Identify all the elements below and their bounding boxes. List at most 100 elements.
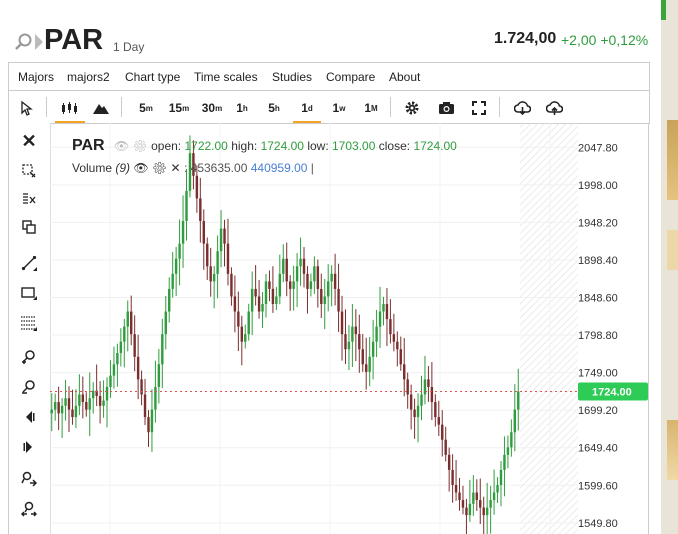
y-tick-label: 1848.60 — [578, 293, 618, 305]
scroll-right-icon[interactable] — [19, 437, 39, 457]
candle-body — [437, 417, 440, 425]
timeframe-1w[interactable]: 1w — [330, 97, 348, 119]
trendline-icon[interactable] — [19, 253, 39, 273]
timeframe-1h[interactable]: 1h — [233, 97, 251, 119]
candle-body — [105, 386, 109, 401]
candle-body — [337, 288, 340, 312]
y-tick-label: 1749.00 — [578, 368, 618, 380]
rectangle-icon[interactable] — [19, 283, 39, 303]
play-arrow-icon — [35, 34, 43, 50]
candle-body — [368, 356, 371, 372]
candle-body — [223, 228, 226, 244]
zoom-select-icon[interactable] — [19, 161, 39, 181]
candle-body — [354, 326, 358, 335]
candle-body — [389, 319, 392, 335]
volume-eye-icon[interactable]: 👁 — [133, 161, 148, 175]
menu-majors2[interactable]: majors2 — [67, 70, 110, 84]
candle-body — [309, 281, 313, 289]
candle-body — [461, 500, 465, 508]
menu-about[interactable]: About — [389, 70, 420, 84]
volume-gear-icon[interactable]: ⚙ — [152, 161, 167, 175]
candle-body — [306, 273, 309, 289]
candle-body — [157, 364, 161, 387]
fibonacci-icon[interactable] — [19, 313, 39, 333]
scroll-fit-icon[interactable] — [19, 469, 39, 489]
timeframe-5m[interactable]: 5m — [135, 97, 157, 119]
candle-body — [185, 190, 188, 222]
zoom-in-icon[interactable] — [19, 347, 39, 367]
scroll-left-icon[interactable] — [19, 407, 39, 427]
menu-bar: Majors majors2 Chart type Time scales St… — [8, 62, 650, 91]
gear-small-icon[interactable]: ⚙ — [133, 139, 148, 153]
camera-icon[interactable] — [436, 97, 456, 119]
timeframe-1d[interactable]: 1d — [293, 97, 321, 123]
candle-body — [161, 334, 164, 365]
candle-body — [382, 303, 385, 312]
y-tick-label: 1699.20 — [578, 405, 618, 417]
candle-body — [416, 405, 420, 418]
candle-body — [174, 258, 178, 274]
candle-body — [326, 281, 330, 297]
volume-close-icon[interactable]: ✕ — [171, 161, 181, 175]
candle-body — [479, 500, 482, 508]
candle-body — [406, 379, 409, 395]
timeframe-30m[interactable]: 30 m — [199, 97, 225, 119]
candle-body — [316, 266, 320, 289]
candle-body — [53, 402, 57, 410]
close-icon[interactable]: ✕ — [19, 131, 39, 151]
candle-body — [454, 484, 458, 493]
candle-body — [510, 432, 513, 448]
candle-body — [288, 281, 292, 289]
candle-body — [396, 341, 399, 350]
volume-period: (9) — [115, 161, 131, 175]
download-icon[interactable] — [512, 97, 532, 119]
candle-body — [219, 228, 223, 252]
candle-body — [133, 334, 136, 357]
cursor-icon[interactable] — [17, 97, 37, 119]
mountain-icon[interactable] — [91, 97, 111, 119]
y-tick-label: 1998.00 — [578, 180, 618, 192]
candle-body — [74, 405, 78, 418]
candle-body — [292, 281, 295, 289]
candle-body — [206, 243, 209, 267]
candle-body — [257, 296, 261, 312]
candle-body — [313, 266, 316, 282]
price-chart[interactable]: 2047.80 1998.00 1948.20 1898.40 1848.60 1798.… — [50, 123, 648, 534]
menu-studies[interactable]: Studies — [272, 70, 312, 84]
candle-body — [264, 281, 268, 304]
zoom-reset-icon[interactable] — [19, 499, 39, 519]
candle-body — [409, 394, 413, 410]
zoom-out-icon[interactable] — [19, 377, 39, 397]
candle-body — [244, 334, 247, 342]
timeframe-1M[interactable]: 1M — [362, 97, 380, 119]
timeframe-5h[interactable]: 5h — [265, 97, 283, 119]
menu-majors[interactable]: Majors — [18, 70, 54, 84]
candle-body — [420, 394, 423, 406]
menu-compare[interactable]: Compare — [326, 70, 375, 84]
eye-icon[interactable]: 👁 — [114, 139, 129, 153]
delete-drawings-icon[interactable] — [19, 189, 39, 209]
timeframe-15m[interactable]: 15 m — [166, 97, 192, 119]
fullscreen-icon[interactable] — [469, 97, 489, 119]
period-label: 1 Day — [113, 40, 145, 54]
candle-body — [240, 326, 244, 342]
candle-body — [358, 334, 361, 350]
candle-body — [441, 424, 444, 440]
candlestick-icon[interactable] — [55, 97, 85, 123]
candle-body — [475, 492, 479, 501]
gear-icon[interactable] — [402, 97, 422, 119]
clone-icon[interactable] — [19, 217, 39, 237]
y-tick-label: 1948.20 — [578, 217, 618, 229]
candle-body — [465, 507, 468, 516]
candle-body — [226, 243, 230, 274]
volume-average: 440959.00 — [250, 161, 308, 175]
candle-body — [295, 266, 299, 282]
low-value: 1703.00 — [332, 139, 376, 153]
menu-time-scales[interactable]: Time scales — [194, 70, 258, 84]
upload-icon[interactable] — [544, 97, 564, 119]
chart-panel[interactable]: 2047.80 1998.00 1948.20 1898.40 1848.60 1798.… — [50, 123, 649, 534]
candle-body — [98, 395, 102, 406]
menu-chart-type[interactable]: Chart type — [125, 70, 180, 84]
candle-body — [365, 364, 368, 372]
search-icon[interactable] — [13, 32, 33, 52]
